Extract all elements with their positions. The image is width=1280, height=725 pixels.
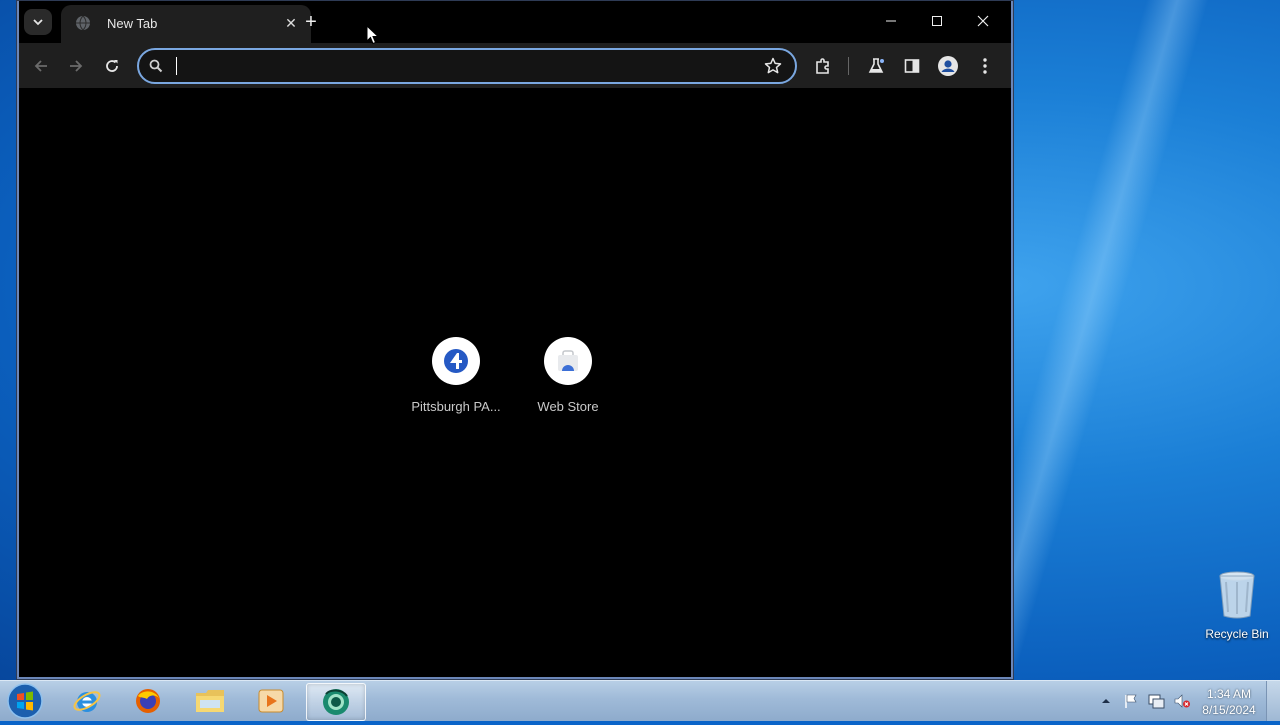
menu-button[interactable] xyxy=(972,53,998,79)
shortcut-icon-circle xyxy=(544,337,592,385)
internet-explorer-icon xyxy=(73,691,101,712)
taskbar-firefox[interactable] xyxy=(119,683,177,719)
search-icon xyxy=(149,59,163,73)
taskbar-media-player[interactable] xyxy=(242,683,300,719)
show-hidden-icons-icon[interactable] xyxy=(1099,694,1113,708)
show-desktop-button[interactable] xyxy=(1266,681,1280,721)
tab-title: New Tab xyxy=(107,16,158,31)
flask-icon xyxy=(868,58,884,73)
pittsburgh-site-icon xyxy=(444,349,468,373)
action-center-flag-icon[interactable] xyxy=(1123,693,1139,709)
shortcut-label: Web Store xyxy=(537,399,599,414)
taskbar-chrome-canary[interactable] xyxy=(306,683,366,721)
tab-new-tab[interactable]: New Tab ✕ xyxy=(61,5,311,43)
shortcut-icon-circle xyxy=(432,337,480,385)
side-panel-icon xyxy=(904,59,920,73)
extensions-button[interactable] xyxy=(810,53,836,79)
minimize-button[interactable] xyxy=(868,7,914,35)
taskbar-file-explorer[interactable] xyxy=(181,683,239,719)
address-input[interactable] xyxy=(175,54,719,80)
mouse-cursor-icon xyxy=(366,25,380,45)
recycle-bin-icon xyxy=(1219,571,1255,619)
arrow-right-icon xyxy=(70,60,83,72)
globe-icon xyxy=(76,15,90,31)
forward-button[interactable] xyxy=(63,53,89,79)
address-bar[interactable] xyxy=(137,48,797,84)
toolbar-separator xyxy=(848,57,849,75)
taskbar: 1:34 AM 8/15/2024 xyxy=(0,680,1280,721)
tab-strip: New Tab ✕ + xyxy=(17,1,1013,43)
chrome-canary-icon xyxy=(323,689,349,715)
text-caret xyxy=(176,57,177,75)
profile-button[interactable] xyxy=(935,53,961,79)
maximize-button[interactable] xyxy=(914,7,960,35)
maximize-icon xyxy=(932,16,942,26)
shortcut-label: Pittsburgh PA... xyxy=(411,399,501,414)
new-tab-page: Pittsburgh PA... Web Store xyxy=(17,88,1005,674)
close-icon xyxy=(977,15,989,27)
puzzle-icon xyxy=(816,58,829,74)
chevron-down-icon xyxy=(33,19,43,26)
shortcut-tile[interactable]: Web Store xyxy=(518,337,618,414)
bookmark-star-icon[interactable] xyxy=(763,56,783,76)
network-icon[interactable] xyxy=(1147,693,1165,709)
windows-logo-icon xyxy=(7,683,43,719)
web-store-icon xyxy=(558,350,578,371)
close-window-button[interactable] xyxy=(960,7,1006,35)
start-button[interactable] xyxy=(6,682,46,720)
kebab-menu-icon xyxy=(983,58,987,74)
back-button[interactable] xyxy=(28,53,54,79)
minimize-icon xyxy=(886,20,896,22)
taskbar-clock[interactable]: 1:34 AM 8/15/2024 xyxy=(1196,686,1262,718)
tab-search-button[interactable] xyxy=(24,9,52,35)
browser-window: New Tab ✕ + Pittsburgh PA... Web Store xyxy=(16,0,1014,680)
tab-close-button[interactable]: ✕ xyxy=(281,13,301,33)
recycle-bin[interactable]: Recycle Bin xyxy=(1200,570,1274,641)
new-tab-button[interactable]: + xyxy=(299,10,323,34)
recycle-bin-label: Recycle Bin xyxy=(1205,627,1269,641)
browser-toolbar xyxy=(17,43,1013,88)
clock-time: 1:34 AM xyxy=(1206,687,1252,701)
taskbar-internet-explorer[interactable] xyxy=(58,683,116,719)
file-explorer-icon xyxy=(196,690,224,712)
shortcut-tile[interactable]: Pittsburgh PA... xyxy=(406,337,506,414)
labs-button[interactable] xyxy=(863,53,889,79)
media-player-icon xyxy=(258,689,284,713)
clock-date: 8/15/2024 xyxy=(1202,703,1256,717)
side-panel-button[interactable] xyxy=(899,53,925,79)
volume-muted-icon[interactable] xyxy=(1173,693,1191,709)
reload-button[interactable] xyxy=(99,53,125,79)
avatar-icon xyxy=(938,56,958,76)
arrow-left-icon xyxy=(34,60,47,72)
firefox-icon xyxy=(136,689,160,713)
system-tray xyxy=(1099,681,1191,721)
reload-icon xyxy=(106,60,118,72)
